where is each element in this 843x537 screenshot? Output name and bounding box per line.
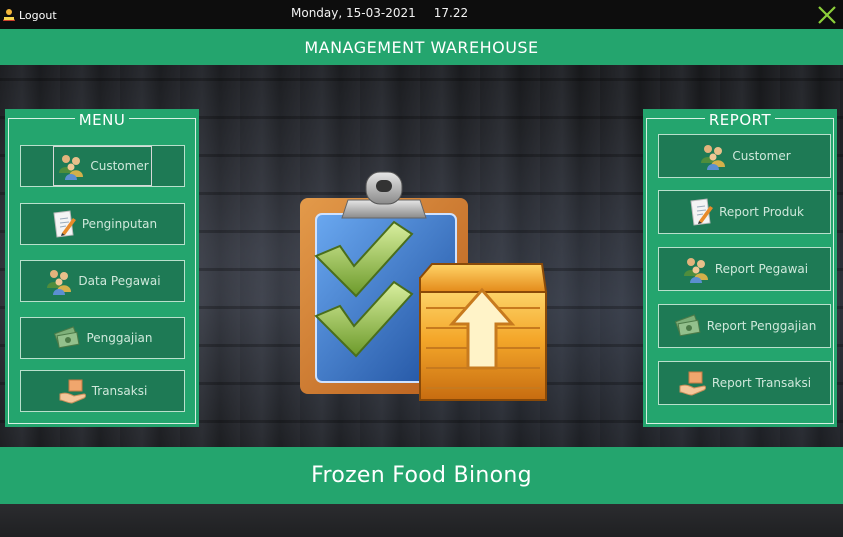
report-pegawai-label: Report Pegawai (714, 262, 809, 276)
datetime: Monday, 15-03-2021 17.22 (291, 6, 468, 20)
menu-penggajian-button[interactable]: Penggajian (20, 317, 185, 359)
title-bar: MANAGEMENT WAREHOUSE (0, 29, 843, 65)
document-pencil-icon (53, 210, 76, 238)
report-penggajian-button[interactable]: Report Penggajian (658, 304, 831, 348)
report-produk-button[interactable]: Report Produk (658, 190, 831, 234)
logout-button[interactable]: Logout (2, 6, 57, 24)
report-pegawai-button[interactable]: Report Pegawai (658, 247, 831, 291)
menu-penginputan-button[interactable]: Penginputan (20, 203, 185, 245)
menu-customer-label: Customer (90, 159, 149, 173)
clipboard-checklist-box-icon (300, 171, 548, 401)
logout-user-icon (3, 9, 15, 21)
money-icon (54, 326, 80, 349)
background-bottom (0, 504, 843, 537)
report-legend: REPORT (643, 110, 837, 129)
menu-transaksi-label: Transaksi (91, 384, 148, 398)
report-transaksi-button[interactable]: Report Transaksi (658, 361, 831, 405)
menu-data-pegawai-button[interactable]: Data Pegawai (20, 260, 185, 302)
menu-transaksi-button[interactable]: Transaksi (20, 370, 185, 412)
menu-customer-button[interactable]: Customer (20, 145, 185, 187)
hand-box-icon (59, 379, 86, 404)
menu-title: MENU (74, 111, 130, 129)
store-name: Frozen Food Binong (311, 463, 532, 488)
users-icon (59, 155, 84, 180)
menu-data-pegawai-label: Data Pegawai (78, 274, 161, 288)
menu-legend: MENU (5, 110, 199, 129)
menu-penginputan-label: Penginputan (81, 217, 158, 231)
menu-penggajian-label: Penggajian (86, 331, 153, 345)
report-customer-button[interactable]: Customer (658, 134, 831, 178)
report-penggajian-label: Report Penggajian (706, 319, 817, 333)
page-title: MANAGEMENT WAREHOUSE (304, 37, 539, 57)
time-text: 17.22 (433, 6, 469, 20)
close-icon[interactable] (816, 4, 838, 26)
top-bar: Logout Monday, 15-03-2021 17.22 (0, 0, 843, 29)
menu-panel: MENU Customer Penginputan Data Pegawai P… (5, 109, 199, 427)
users-icon (47, 270, 72, 295)
report-panel: REPORT Customer Report Produk Report Peg… (643, 109, 837, 427)
users-icon (683, 258, 708, 283)
date-text: Monday, 15-03-2021 (291, 6, 416, 20)
logout-label: Logout (19, 8, 57, 22)
users-icon (701, 145, 726, 170)
money-icon (674, 314, 701, 337)
report-transaksi-label: Report Transaksi (711, 376, 812, 390)
report-customer-label: Customer (732, 149, 791, 163)
footer-bar: Frozen Food Binong (0, 447, 843, 504)
report-produk-label: Report Produk (719, 205, 804, 219)
report-title: REPORT (704, 111, 776, 129)
document-pencil-icon (690, 198, 714, 226)
hand-box-icon (679, 371, 706, 396)
